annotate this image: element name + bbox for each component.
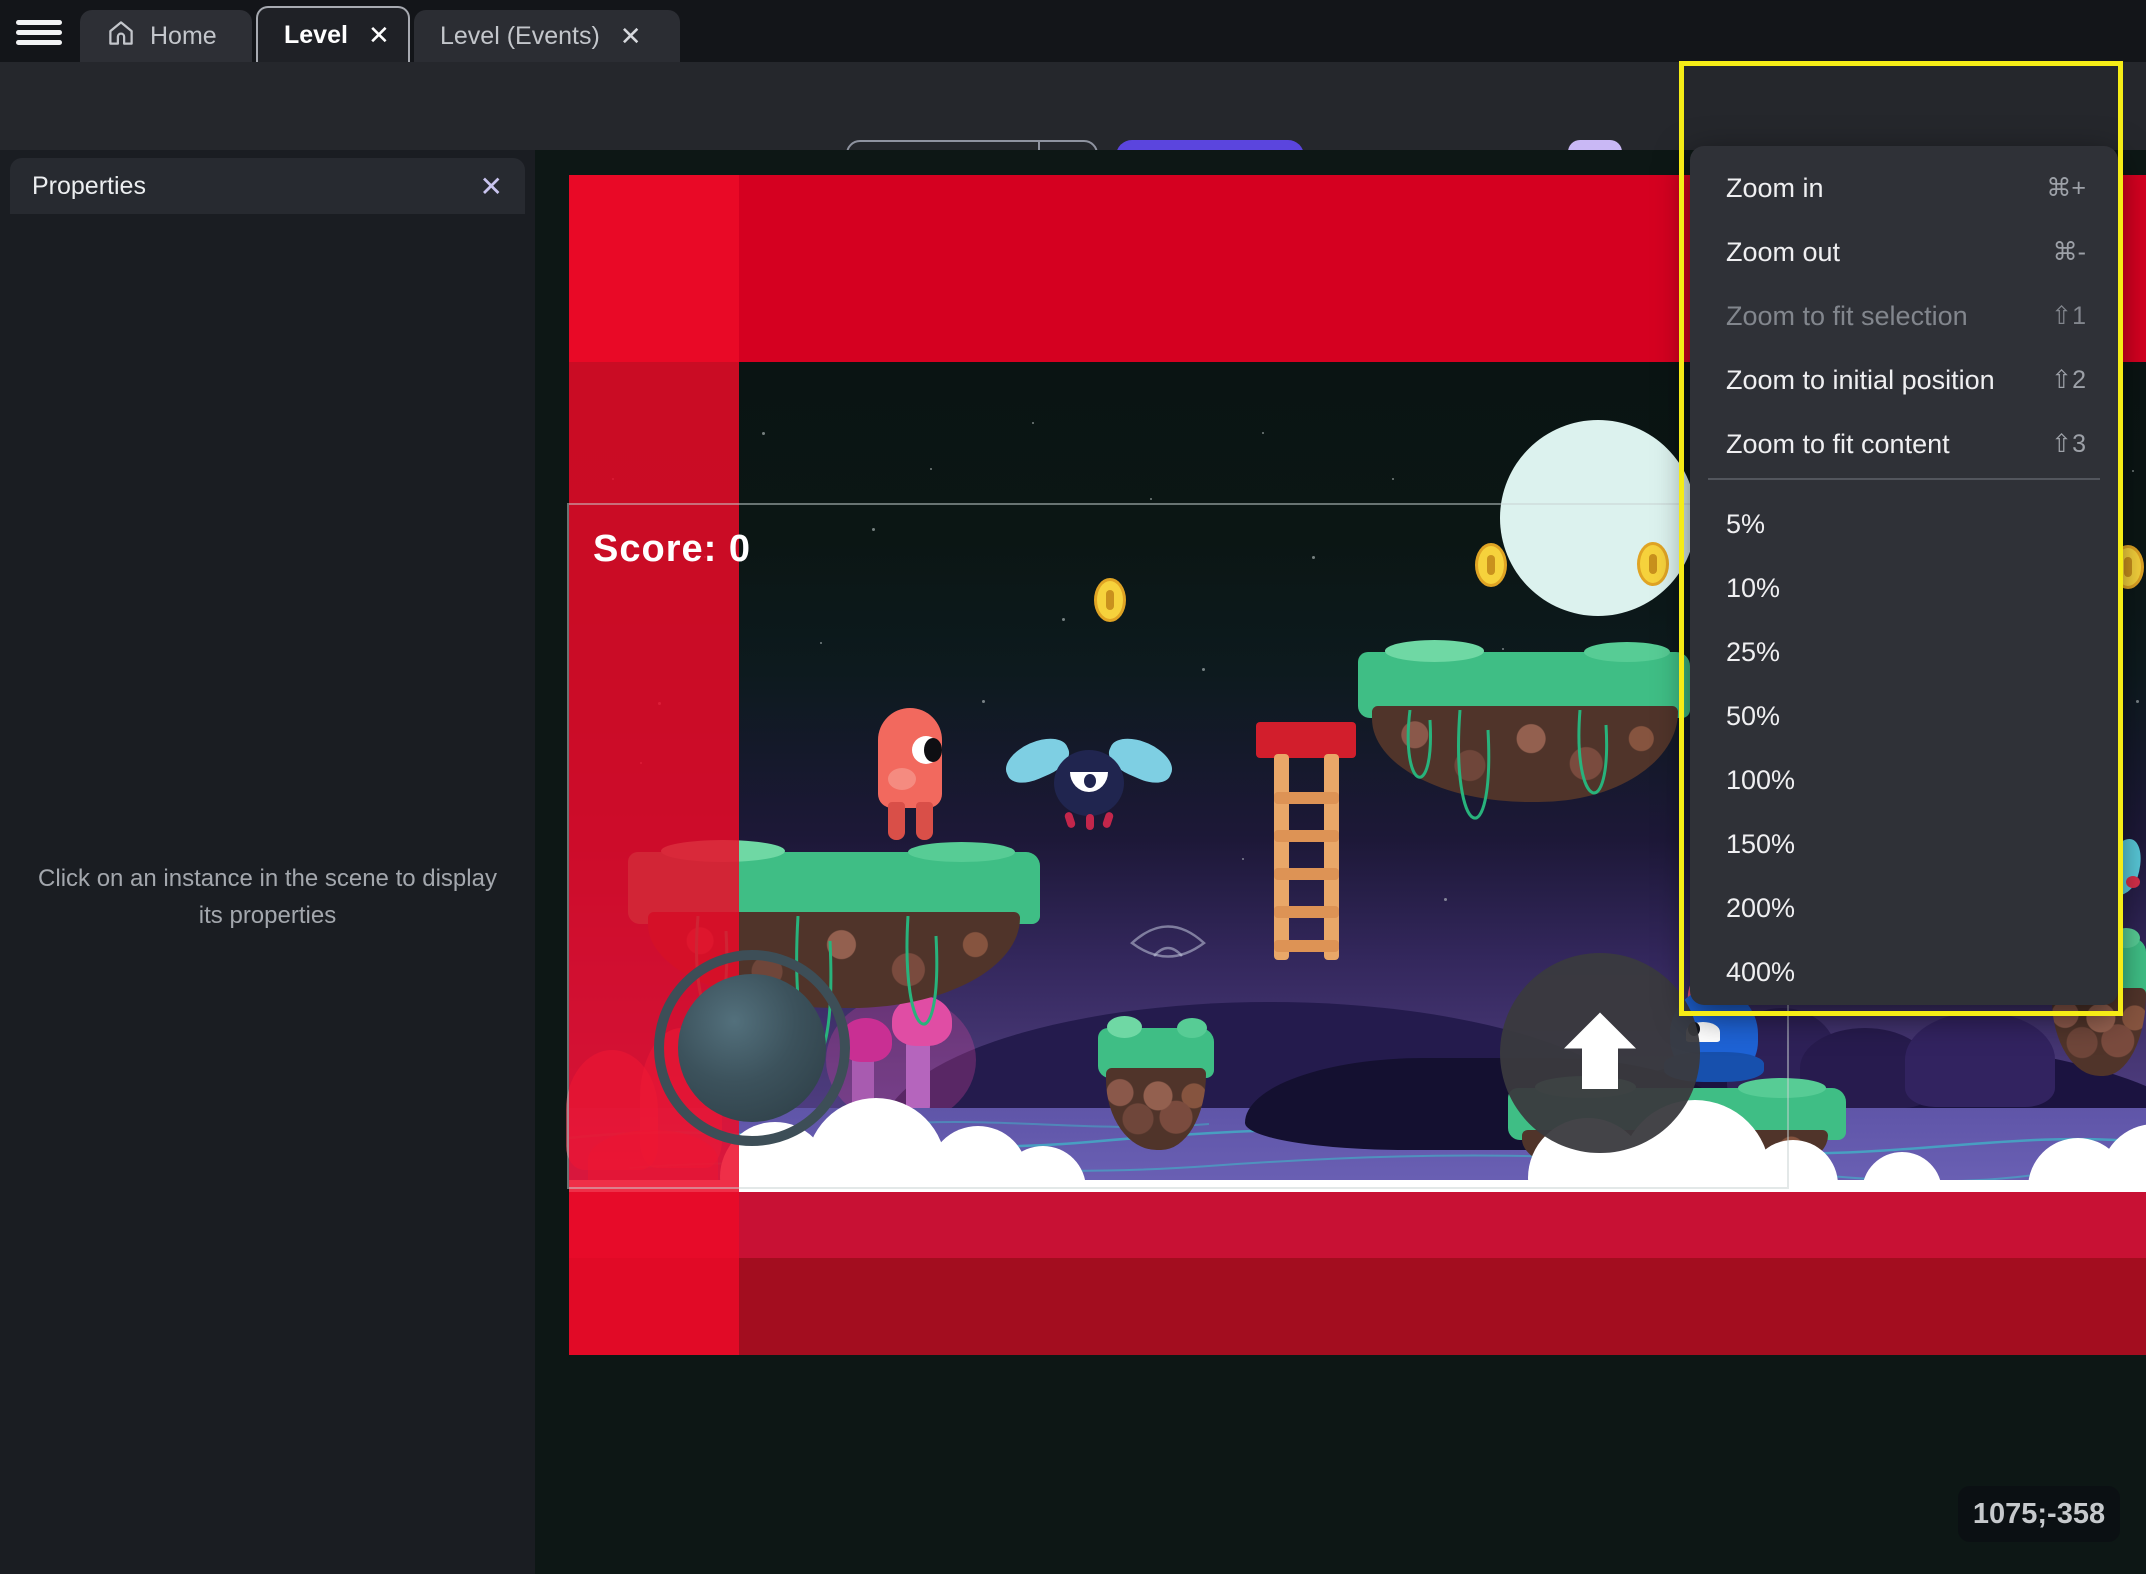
close-icon[interactable]: ✕: [480, 170, 503, 203]
menu-item-label: Zoom to fit selection: [1726, 300, 1968, 331]
cursor-coordinates: 1075;-358: [1958, 1486, 2120, 1542]
star: [820, 642, 822, 644]
menu-item-zoom-200[interactable]: 200%: [1690, 876, 2118, 940]
star: [1502, 648, 1504, 650]
star: [2132, 470, 2134, 472]
jump-arrow-button[interactable]: [1500, 953, 1700, 1153]
menu-item-label: 25%: [1726, 636, 1781, 667]
star: [1062, 618, 1065, 621]
menu-item-zoom-10[interactable]: 10%: [1690, 556, 2118, 620]
star: [1150, 498, 1152, 500]
menu-item-label: 5%: [1726, 508, 1766, 539]
star: [1032, 422, 1034, 424]
menu-item-label: Zoom out: [1726, 236, 1841, 267]
menu-divider: [1708, 478, 2100, 480]
up-arrow-icon: [1564, 1012, 1636, 1089]
star: [1202, 668, 1205, 671]
tab-bar: Home Level ✕ Level (Events) ✕: [0, 0, 2146, 62]
coin[interactable]: [1475, 543, 1507, 587]
menu-item-label: 150%: [1726, 828, 1796, 859]
properties-title: Properties: [32, 171, 146, 200]
zoom-dropdown-menu: Zoom in ⌘+ Zoom out ⌘- Zoom to fit selecti…: [1690, 146, 2118, 1005]
menu-item-label: 200%: [1726, 892, 1796, 923]
star: [1312, 556, 1315, 559]
close-tab-icon[interactable]: ✕: [620, 21, 642, 52]
ladder-top-cap: [1256, 722, 1356, 758]
menu-item-shortcut: ⌘+: [2046, 174, 2086, 202]
menu-item-label: Zoom to fit content: [1726, 428, 1950, 459]
menu-item-label: 10%: [1726, 572, 1781, 603]
menu-item-zoom-to-fit-selection: Zoom to fit selection ⇧1: [1690, 284, 2118, 348]
menu-item-zoom-100[interactable]: 100%: [1690, 748, 2118, 812]
menu-item-zoom-5[interactable]: 5%: [1690, 492, 2118, 556]
menu-item-shortcut: ⇧1: [2051, 302, 2086, 330]
menu-item-label: Zoom in: [1726, 172, 1824, 203]
star: [1242, 858, 1244, 860]
star: [1392, 478, 1394, 480]
coin[interactable]: [1094, 578, 1126, 622]
tab-label: Home: [150, 21, 217, 50]
star: [930, 468, 932, 470]
star: [658, 702, 661, 705]
menu-item-shortcut: ⇧2: [2051, 366, 2086, 394]
eye-outline-decoration: [1130, 925, 1206, 958]
menu-item-shortcut: ⌘-: [2052, 238, 2086, 266]
star: [2136, 700, 2139, 703]
tab-label: Level (Events): [440, 21, 600, 50]
menu-item-label: Zoom to initial position: [1726, 364, 1995, 395]
red-band-bottom-dark: [569, 1258, 2146, 1355]
menu-item-label: 50%: [1726, 700, 1781, 731]
menu-item-zoom-400[interactable]: 400%: [1690, 940, 2118, 1004]
star: [872, 528, 875, 531]
properties-hint-text: Click on an instance in the scene to dis…: [38, 865, 497, 930]
menu-item-shortcut: ⇧3: [2051, 430, 2086, 458]
score-text: Score: 0: [593, 528, 751, 570]
menu-item-label: 100%: [1726, 764, 1796, 795]
menu-item-zoom-to-initial-position[interactable]: Zoom to initial position ⇧2: [1690, 348, 2118, 412]
star: [982, 700, 985, 703]
menu-item-zoom-25[interactable]: 25%: [1690, 620, 2118, 684]
tab-home[interactable]: Home: [80, 10, 252, 62]
star: [762, 432, 765, 435]
menu-item-zoom-out[interactable]: Zoom out ⌘-: [1690, 220, 2118, 284]
menu-item-zoom-50[interactable]: 50%: [1690, 684, 2118, 748]
vines: [1406, 710, 1609, 820]
properties-panel: Properties ✕ Click on an instance in the…: [0, 150, 535, 1574]
star: [640, 762, 642, 764]
star: [1262, 432, 1264, 434]
coin[interactable]: [1637, 542, 1669, 586]
tab-level-events[interactable]: Level (Events) ✕: [414, 10, 680, 62]
star: [612, 478, 614, 480]
hamburger-menu-icon[interactable]: [16, 20, 62, 46]
tab-level[interactable]: Level ✕: [256, 6, 410, 62]
star: [1444, 898, 1447, 901]
menu-item-zoom-in[interactable]: Zoom in ⌘+: [1690, 156, 2118, 220]
moon[interactable]: [1500, 420, 1696, 616]
toolbar: Preview Publish: [0, 62, 2146, 198]
menu-item-label: 400%: [1726, 956, 1796, 987]
virtual-joystick[interactable]: [654, 950, 850, 1146]
tab-label: Level: [284, 20, 348, 49]
close-tab-icon[interactable]: ✕: [368, 20, 390, 51]
home-icon: [106, 18, 136, 55]
menu-item-zoom-to-fit-content[interactable]: Zoom to fit content ⇧3: [1690, 412, 2118, 476]
properties-panel-header: Properties ✕: [10, 158, 525, 214]
menu-item-zoom-150[interactable]: 150%: [1690, 812, 2118, 876]
